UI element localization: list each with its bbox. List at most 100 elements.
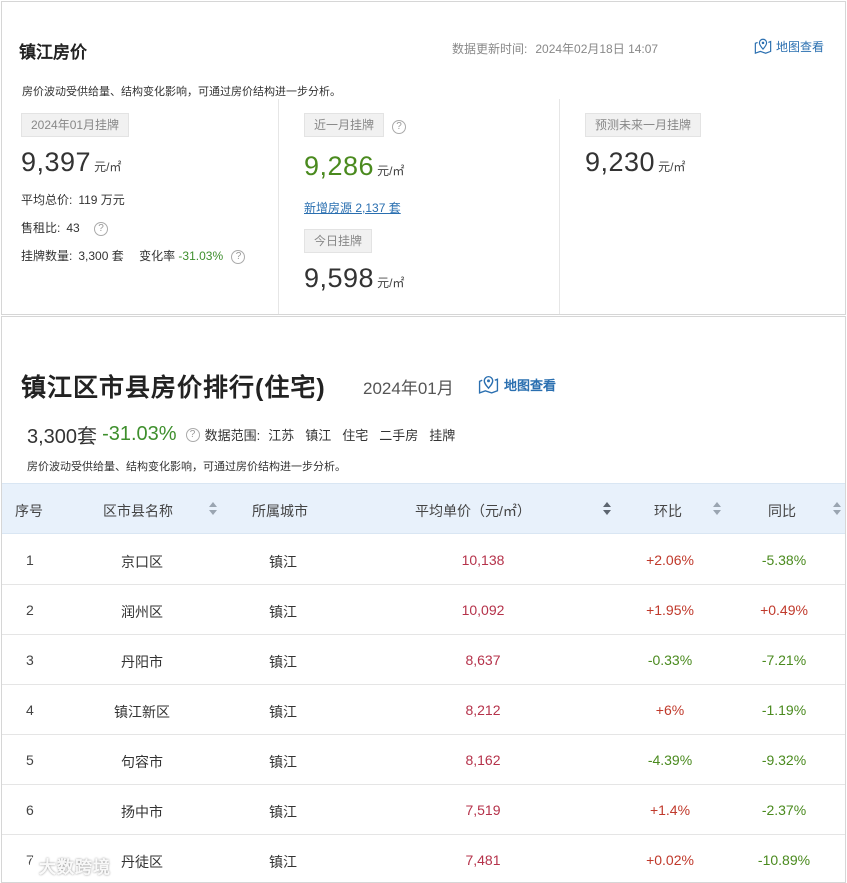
row-district-name: 丹阳市 bbox=[121, 654, 163, 670]
row-city: 镇江 bbox=[269, 604, 297, 620]
today-price: 9,598 元/㎡ bbox=[304, 263, 404, 294]
change-rate-value: -31.03% bbox=[178, 249, 224, 263]
district-ranking-card: 镇江区市县房价排行(住宅) 2024年01月 地图查看 3,300套 -31.0… bbox=[1, 316, 846, 883]
row-district-name: 句容市 bbox=[121, 754, 163, 770]
ranking-map-view-link[interactable]: 地图查看 bbox=[478, 374, 556, 395]
recent-price-unit: 元/㎡ bbox=[377, 164, 405, 178]
table-row[interactable]: 1 京口区 镇江 10,138 +2.06% -5.38% bbox=[2, 535, 845, 585]
listing-price-unit: 元/㎡ bbox=[94, 160, 122, 174]
rent-ratio-label: 售租比: bbox=[21, 221, 61, 235]
recent-price-value: 9,286 bbox=[304, 151, 375, 181]
help-icon[interactable]: ? bbox=[185, 427, 200, 442]
ranking-summary: 3,300套 -31.03% ? 数据范围: 江苏 镇江 住宅 二手房 挂牌 bbox=[27, 420, 466, 449]
col-district-name: 区市县名称 bbox=[103, 503, 173, 519]
watermark-logo-icon bbox=[11, 855, 33, 873]
sort-price-icon[interactable] bbox=[603, 501, 611, 517]
update-time-value: 2024年02月18日 14:07 bbox=[535, 42, 659, 56]
row-mom: +1.4% bbox=[649, 802, 691, 818]
row-avg-price: 8,162 bbox=[465, 752, 501, 768]
col-city: 所属城市 bbox=[252, 503, 308, 519]
row-index: 2 bbox=[26, 602, 34, 618]
col-avg-price: 平均单价（元/㎡） bbox=[415, 503, 531, 519]
change-rate-label: 变化率 bbox=[139, 249, 176, 263]
data-scope: 数据范围: 江苏 镇江 住宅 二手房 挂牌 bbox=[205, 425, 467, 444]
row-index: 1 bbox=[26, 552, 34, 568]
row-city: 镇江 bbox=[269, 754, 297, 770]
row-mom: +0.02% bbox=[646, 852, 694, 868]
recent-price: 9,286 元/㎡ bbox=[304, 151, 404, 182]
scope-city: 镇江 bbox=[305, 428, 332, 443]
recent-column: 近一月挂牌 ? 9,286 元/㎡ 新增房源 2,137 套 今日挂牌 9,598… bbox=[278, 99, 559, 314]
listing-count-label: 挂牌数量: bbox=[21, 249, 73, 263]
rent-ratio: 售租比: 43 ? bbox=[21, 219, 109, 236]
row-city: 镇江 bbox=[269, 854, 297, 870]
row-city: 镇江 bbox=[269, 704, 297, 720]
avg-total-price: 平均总价: 119 万元 bbox=[21, 191, 125, 208]
row-index: 4 bbox=[26, 702, 34, 718]
row-avg-price: 8,637 bbox=[465, 652, 501, 668]
sort-district-icon[interactable] bbox=[209, 501, 217, 517]
map-view-link[interactable]: 地图查看 bbox=[754, 37, 824, 55]
forecast-column: 预测未来一月挂牌 9,230 元/㎡ bbox=[559, 99, 847, 314]
today-price-unit: 元/㎡ bbox=[377, 276, 405, 290]
scope-label: 数据范围: bbox=[204, 428, 261, 443]
listing-count-value: 3,300 套 bbox=[78, 249, 124, 263]
row-yoy: -7.21% bbox=[761, 652, 807, 668]
row-district-name: 镇江新区 bbox=[114, 704, 170, 720]
avg-total-value: 119 万元 bbox=[78, 193, 125, 207]
row-avg-price: 8,212 bbox=[465, 702, 501, 718]
help-icon[interactable]: ? bbox=[392, 120, 406, 134]
row-index: 6 bbox=[26, 802, 34, 818]
ranking-title: 镇江区市县房价排行(住宅) bbox=[21, 374, 326, 402]
row-mom: +1.95% bbox=[646, 602, 694, 618]
table-header: 序号 区市县名称 所属城市 平均单价（元/㎡） 环比 同比 bbox=[2, 483, 845, 534]
ranking-description: 房价波动受供给量、结构变化影响，可通过房价结构进一步分析。 bbox=[27, 461, 346, 473]
row-mom: +6% bbox=[655, 702, 685, 718]
summary-change: -31.03% bbox=[102, 423, 177, 445]
watermark-text: 大数跨境 bbox=[39, 858, 111, 877]
forecast-price-unit: 元/㎡ bbox=[658, 160, 686, 174]
row-avg-price: 7,519 bbox=[465, 802, 501, 818]
new-listings-link[interactable]: 新增房源 2,137 套 bbox=[304, 199, 401, 216]
row-index: 3 bbox=[26, 652, 34, 668]
row-avg-price: 7,481 bbox=[465, 852, 501, 868]
forecast-price-value: 9,230 bbox=[585, 147, 656, 177]
listing-column: 2024年01月挂牌 9,397 元/㎡ 平均总价: 119 万元 售租比: 43 ?… bbox=[2, 99, 277, 314]
help-icon[interactable]: ? bbox=[94, 221, 109, 236]
avg-total-label: 平均总价: bbox=[21, 193, 73, 207]
update-label: 数据更新时间: bbox=[452, 42, 528, 56]
row-yoy: -2.37% bbox=[761, 802, 807, 818]
row-mom: -0.33% bbox=[647, 652, 693, 668]
card-title: 镇江房价 bbox=[19, 43, 87, 62]
today-price-value: 9,598 bbox=[304, 263, 375, 293]
row-district-name: 京口区 bbox=[121, 554, 163, 570]
col-yoy: 同比 bbox=[768, 503, 796, 519]
row-avg-price: 10,138 bbox=[461, 552, 505, 568]
description: 房价波动受供给量、结构变化影响，可通过房价结构进一步分析。 bbox=[22, 86, 341, 98]
update-time: 数据更新时间: 2024年02月18日 14:07 bbox=[452, 40, 658, 57]
row-index: 5 bbox=[26, 752, 34, 768]
help-icon[interactable]: ? bbox=[231, 249, 246, 264]
col-index: 序号 bbox=[15, 503, 43, 519]
table-row[interactable]: 6 扬中市 镇江 7,519 +1.4% -2.37% bbox=[2, 785, 845, 835]
table-row[interactable]: 4 镇江新区 镇江 8,212 +6% -1.19% bbox=[2, 685, 845, 735]
recent-month-tag: 近一月挂牌 bbox=[304, 113, 385, 137]
row-mom: -4.39% bbox=[647, 752, 693, 768]
row-yoy: -5.38% bbox=[761, 552, 807, 568]
today-tag: 今日挂牌 bbox=[304, 229, 373, 253]
map-pin-icon bbox=[478, 375, 499, 394]
listing-count: 挂牌数量: 3,300 套 变化率 -31.03% ? bbox=[21, 247, 246, 264]
scope-source: 挂牌 bbox=[429, 428, 456, 443]
ranking-map-view-label: 地图查看 bbox=[504, 378, 557, 393]
table-row[interactable]: 7 丹徒区 镇江 7,481 +0.02% -10.89% bbox=[2, 835, 845, 883]
table-row[interactable]: 5 句容市 镇江 8,162 -4.39% -9.32% bbox=[2, 735, 845, 785]
table-row[interactable]: 2 润州区 镇江 10,092 +1.95% +0.49% bbox=[2, 585, 845, 635]
watermark: 大数跨境 bbox=[9, 853, 111, 878]
row-yoy: -10.89% bbox=[757, 852, 811, 868]
table-row[interactable]: 3 丹阳市 镇江 8,637 -0.33% -7.21% bbox=[2, 635, 845, 685]
sort-yoy-icon[interactable] bbox=[833, 501, 841, 517]
sort-mom-icon[interactable] bbox=[713, 501, 721, 517]
scope-province: 江苏 bbox=[268, 428, 295, 443]
row-district-name: 扬中市 bbox=[121, 804, 163, 820]
listing-price: 9,397 元/㎡ bbox=[21, 147, 121, 178]
